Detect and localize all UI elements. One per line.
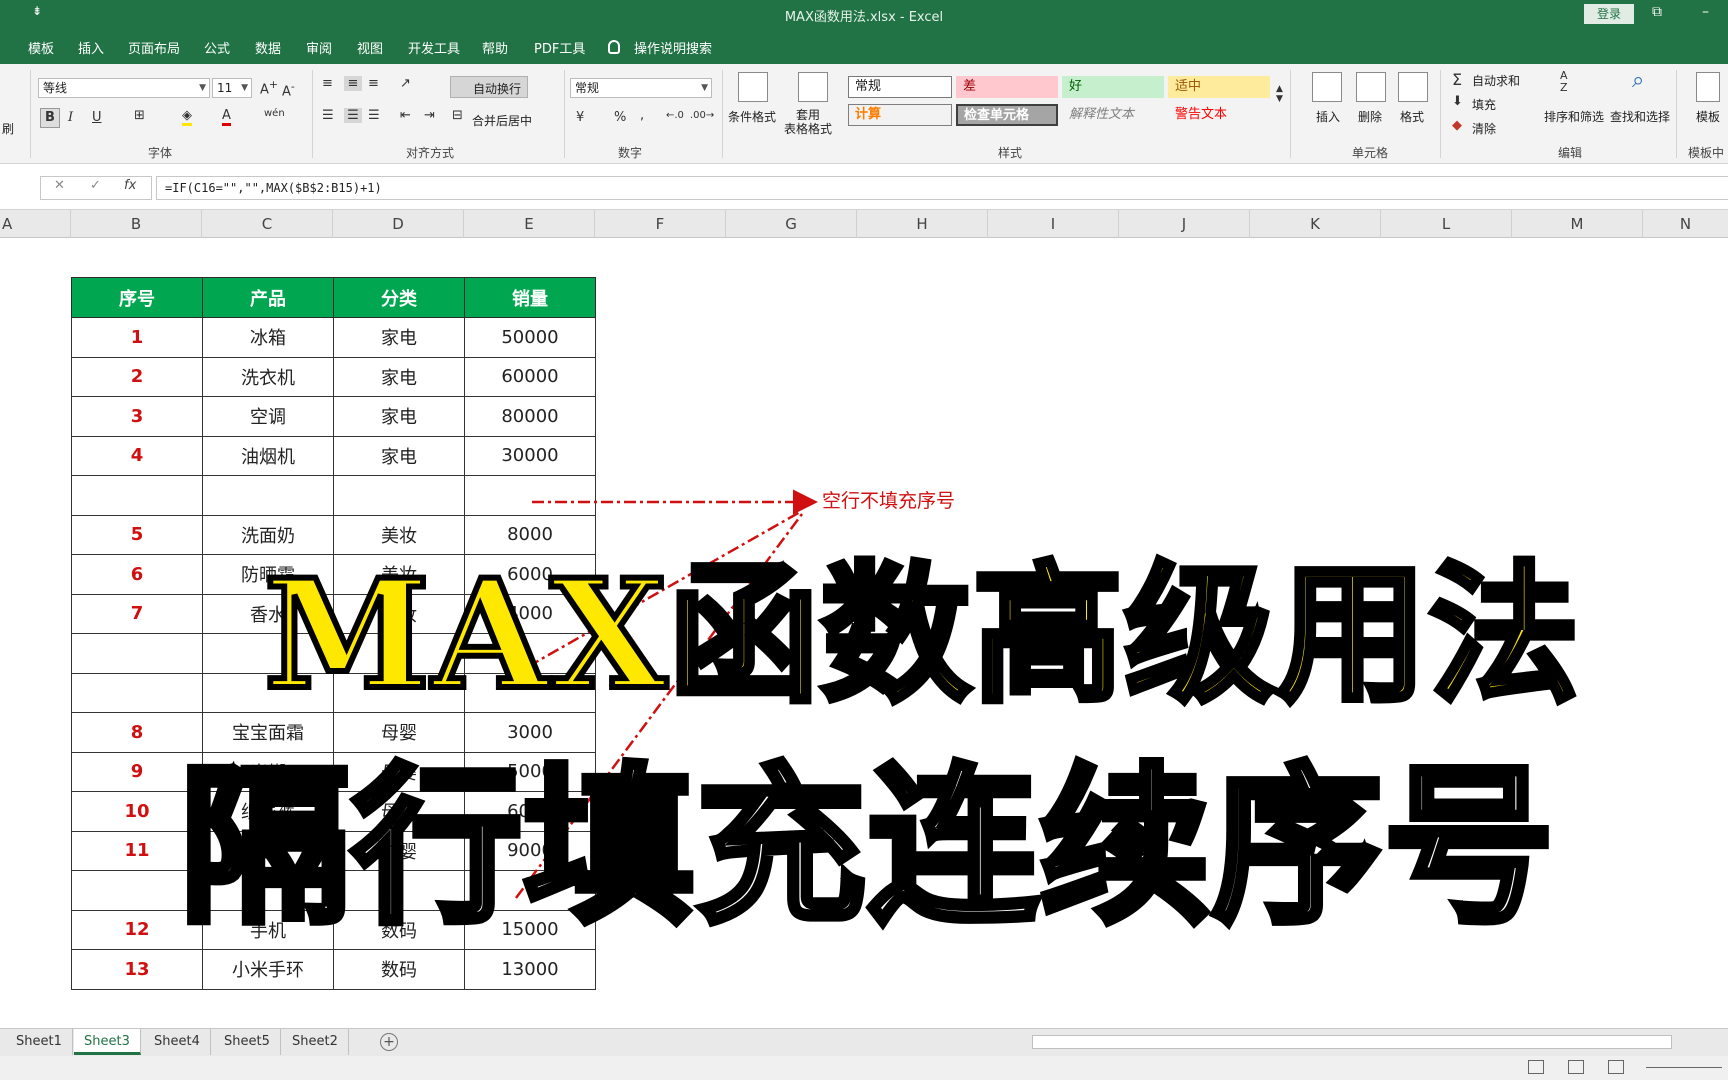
sheet-tab-sheet2[interactable]: Sheet2 [282, 1029, 349, 1055]
annotation-label: 空行不填充序号 [822, 490, 956, 512]
sheet-tab-sheet1[interactable]: Sheet1 [6, 1029, 73, 1055]
normal-view-icon[interactable] [1528, 1060, 1544, 1074]
add-sheet-button[interactable]: + [380, 1033, 398, 1051]
sheet-tab-sheet3[interactable]: Sheet3 [74, 1029, 141, 1055]
sheet-tab-sheet4[interactable]: Sheet4 [144, 1029, 211, 1055]
status-bar [0, 1056, 1728, 1080]
sheet-tab-sheet5[interactable]: Sheet5 [214, 1029, 281, 1055]
page-layout-view-icon[interactable] [1568, 1060, 1584, 1074]
horizontal-scrollbar[interactable] [1032, 1035, 1672, 1049]
zoom-slider[interactable] [1646, 1067, 1722, 1068]
sheet-tabs-bar: Sheet1 Sheet3 Sheet4 Sheet5 Sheet2 + [0, 1028, 1728, 1056]
overlay-title-line1: MAX函数高级用法 [261, 547, 1582, 723]
page-break-view-icon[interactable] [1608, 1060, 1624, 1074]
overlay-title-line2: 隔行填充连续序号 [176, 747, 1557, 947]
